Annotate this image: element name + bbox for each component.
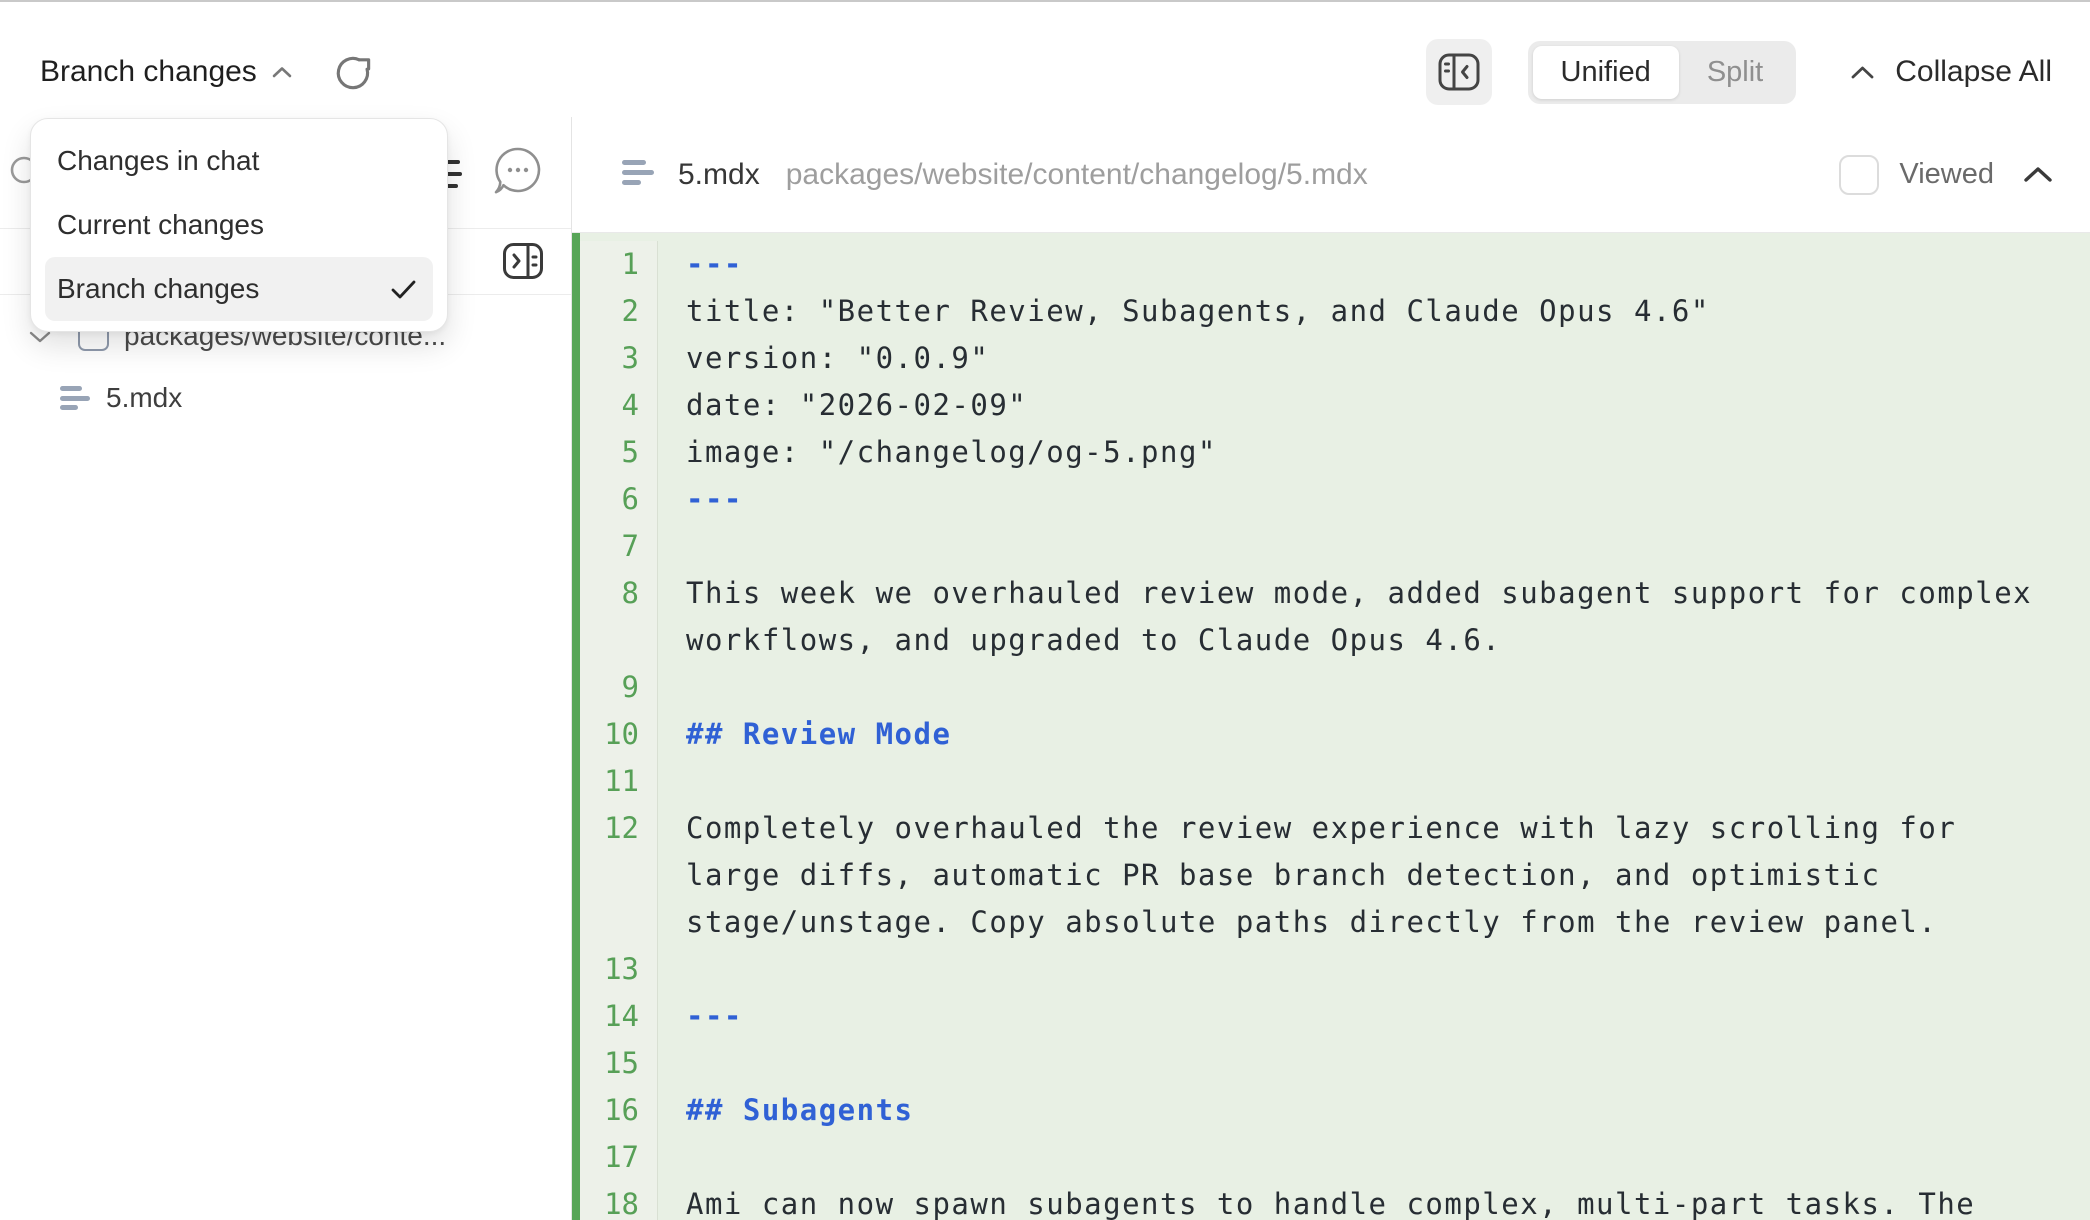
menu-item-current-changes[interactable]: Current changes bbox=[31, 193, 447, 257]
line-number[interactable]: 1 bbox=[580, 241, 658, 288]
line-content: This week we overhauled review mode, add… bbox=[658, 570, 2090, 664]
split-view-button[interactable]: Split bbox=[1679, 46, 1791, 99]
diff-line: 10## Review Mode bbox=[580, 711, 2090, 758]
line-number[interactable]: 18 bbox=[580, 1181, 658, 1220]
chat-bubble-icon[interactable] bbox=[492, 145, 544, 203]
diff-line: 5image: "/changelog/og-5.png" bbox=[580, 429, 2090, 476]
diff-line: 9 bbox=[580, 664, 2090, 711]
diff-line: 1--- bbox=[580, 241, 2090, 288]
toolbar: Branch changes Unified Split bbox=[0, 2, 2090, 117]
diff-line: 18Ami can now spawn subagents to handle … bbox=[580, 1181, 2090, 1220]
line-number[interactable]: 3 bbox=[580, 335, 658, 382]
line-number[interactable]: 6 bbox=[580, 476, 658, 523]
caret-down-icon[interactable] bbox=[28, 330, 52, 344]
menu-item-label: Current changes bbox=[57, 209, 264, 241]
line-number[interactable]: 10 bbox=[580, 711, 658, 758]
collapse-file-button[interactable] bbox=[2022, 165, 2054, 184]
viewed-checkbox[interactable] bbox=[1839, 155, 1879, 195]
chevron-up-icon bbox=[271, 65, 293, 79]
viewed-label: Viewed bbox=[1899, 158, 1994, 191]
refresh-icon bbox=[331, 49, 377, 95]
unified-view-button[interactable]: Unified bbox=[1533, 46, 1679, 99]
line-content: ## Review Mode bbox=[658, 711, 2090, 758]
line-content: date: "2026-02-09" bbox=[658, 382, 2090, 429]
line-content: --- bbox=[658, 993, 2090, 1040]
toggle-review-panel-button[interactable] bbox=[1426, 39, 1492, 105]
line-number[interactable]: 13 bbox=[580, 946, 658, 993]
diff-line: 17 bbox=[580, 1134, 2090, 1181]
diff-line: 2title: "Better Review, Subagents, and C… bbox=[580, 288, 2090, 335]
file-header: 5.mdx packages/website/content/changelog… bbox=[572, 117, 2090, 233]
line-content: --- bbox=[658, 476, 2090, 523]
collapse-all-button[interactable]: Collapse All bbox=[1850, 55, 2052, 89]
diff-line: 7 bbox=[580, 523, 2090, 570]
line-number[interactable]: 5 bbox=[580, 429, 658, 476]
line-number[interactable]: 11 bbox=[580, 758, 658, 805]
file-label: 5.mdx bbox=[106, 382, 182, 414]
line-content bbox=[658, 1134, 2090, 1181]
diff-line: 11 bbox=[580, 758, 2090, 805]
panel-right-icon[interactable] bbox=[502, 242, 544, 280]
check-icon bbox=[390, 279, 417, 300]
diff-main: 5.mdx packages/website/content/changelog… bbox=[572, 117, 2090, 1220]
file-path: packages/website/content/changelog/5.mdx bbox=[786, 158, 1840, 192]
line-content bbox=[658, 946, 2090, 993]
menu-item-label: Branch changes bbox=[57, 273, 259, 305]
line-number[interactable]: 7 bbox=[580, 523, 658, 570]
diff-view-mode-toggle: Unified Split bbox=[1528, 41, 1797, 104]
line-number[interactable]: 17 bbox=[580, 1134, 658, 1181]
diff-line: 13 bbox=[580, 946, 2090, 993]
view-select-label: Branch changes bbox=[40, 55, 257, 89]
line-number[interactable]: 9 bbox=[580, 664, 658, 711]
line-content: Completely overhauled the review experie… bbox=[658, 805, 2090, 946]
line-content: --- bbox=[658, 241, 2090, 288]
diff-line: 14--- bbox=[580, 993, 2090, 1040]
diff-line: 12Completely overhauled the review exper… bbox=[580, 805, 2090, 946]
line-content bbox=[658, 664, 2090, 711]
diff-line: 16## Subagents bbox=[580, 1087, 2090, 1134]
line-number[interactable]: 4 bbox=[580, 382, 658, 429]
line-content bbox=[658, 523, 2090, 570]
diff-file-icon bbox=[60, 386, 90, 415]
line-content bbox=[658, 758, 2090, 805]
line-number[interactable]: 8 bbox=[580, 570, 658, 664]
diff-line: 3version: "0.0.9" bbox=[580, 335, 2090, 382]
line-content: image: "/changelog/og-5.png" bbox=[658, 429, 2090, 476]
menu-item-branch-changes[interactable]: Branch changes bbox=[45, 257, 433, 321]
diff-line: 8This week we overhauled review mode, ad… bbox=[580, 570, 2090, 664]
line-number[interactable]: 16 bbox=[580, 1087, 658, 1134]
panel-left-icon bbox=[1437, 52, 1481, 92]
collapse-all-label: Collapse All bbox=[1895, 55, 2052, 89]
view-select-menu: Changes in chat Current changes Branch cha… bbox=[30, 118, 448, 332]
line-content: Ami can now spawn subagents to handle co… bbox=[658, 1181, 2090, 1220]
chevron-up-icon bbox=[1850, 65, 1875, 80]
diff-line: 4date: "2026-02-09" bbox=[580, 382, 2090, 429]
tree-row-file[interactable]: 5.mdx bbox=[0, 367, 571, 429]
line-content bbox=[658, 1040, 2090, 1087]
line-number[interactable]: 14 bbox=[580, 993, 658, 1040]
view-select-dropdown[interactable]: Branch changes bbox=[40, 39, 293, 105]
line-content: title: "Better Review, Subagents, and Cl… bbox=[658, 288, 2090, 335]
diff-line: 6--- bbox=[580, 476, 2090, 523]
line-number[interactable]: 15 bbox=[580, 1040, 658, 1087]
refresh-button[interactable] bbox=[331, 39, 377, 105]
diff-line: 15 bbox=[580, 1040, 2090, 1087]
line-number[interactable]: 12 bbox=[580, 805, 658, 946]
line-content: ## Subagents bbox=[658, 1087, 2090, 1134]
menu-item-changes-in-chat[interactable]: Changes in chat bbox=[31, 129, 447, 193]
line-number[interactable]: 2 bbox=[580, 288, 658, 335]
menu-item-label: Changes in chat bbox=[57, 145, 259, 177]
toolbar-right: Unified Split Collapse All bbox=[1426, 39, 2052, 105]
diff-viewer: 1---2title: "Better Review, Subagents, a… bbox=[572, 233, 2090, 1220]
diff-file-icon bbox=[622, 160, 654, 190]
chevron-up-icon bbox=[2022, 165, 2054, 184]
line-content: version: "0.0.9" bbox=[658, 335, 2090, 382]
file-name: 5.mdx bbox=[678, 158, 760, 192]
